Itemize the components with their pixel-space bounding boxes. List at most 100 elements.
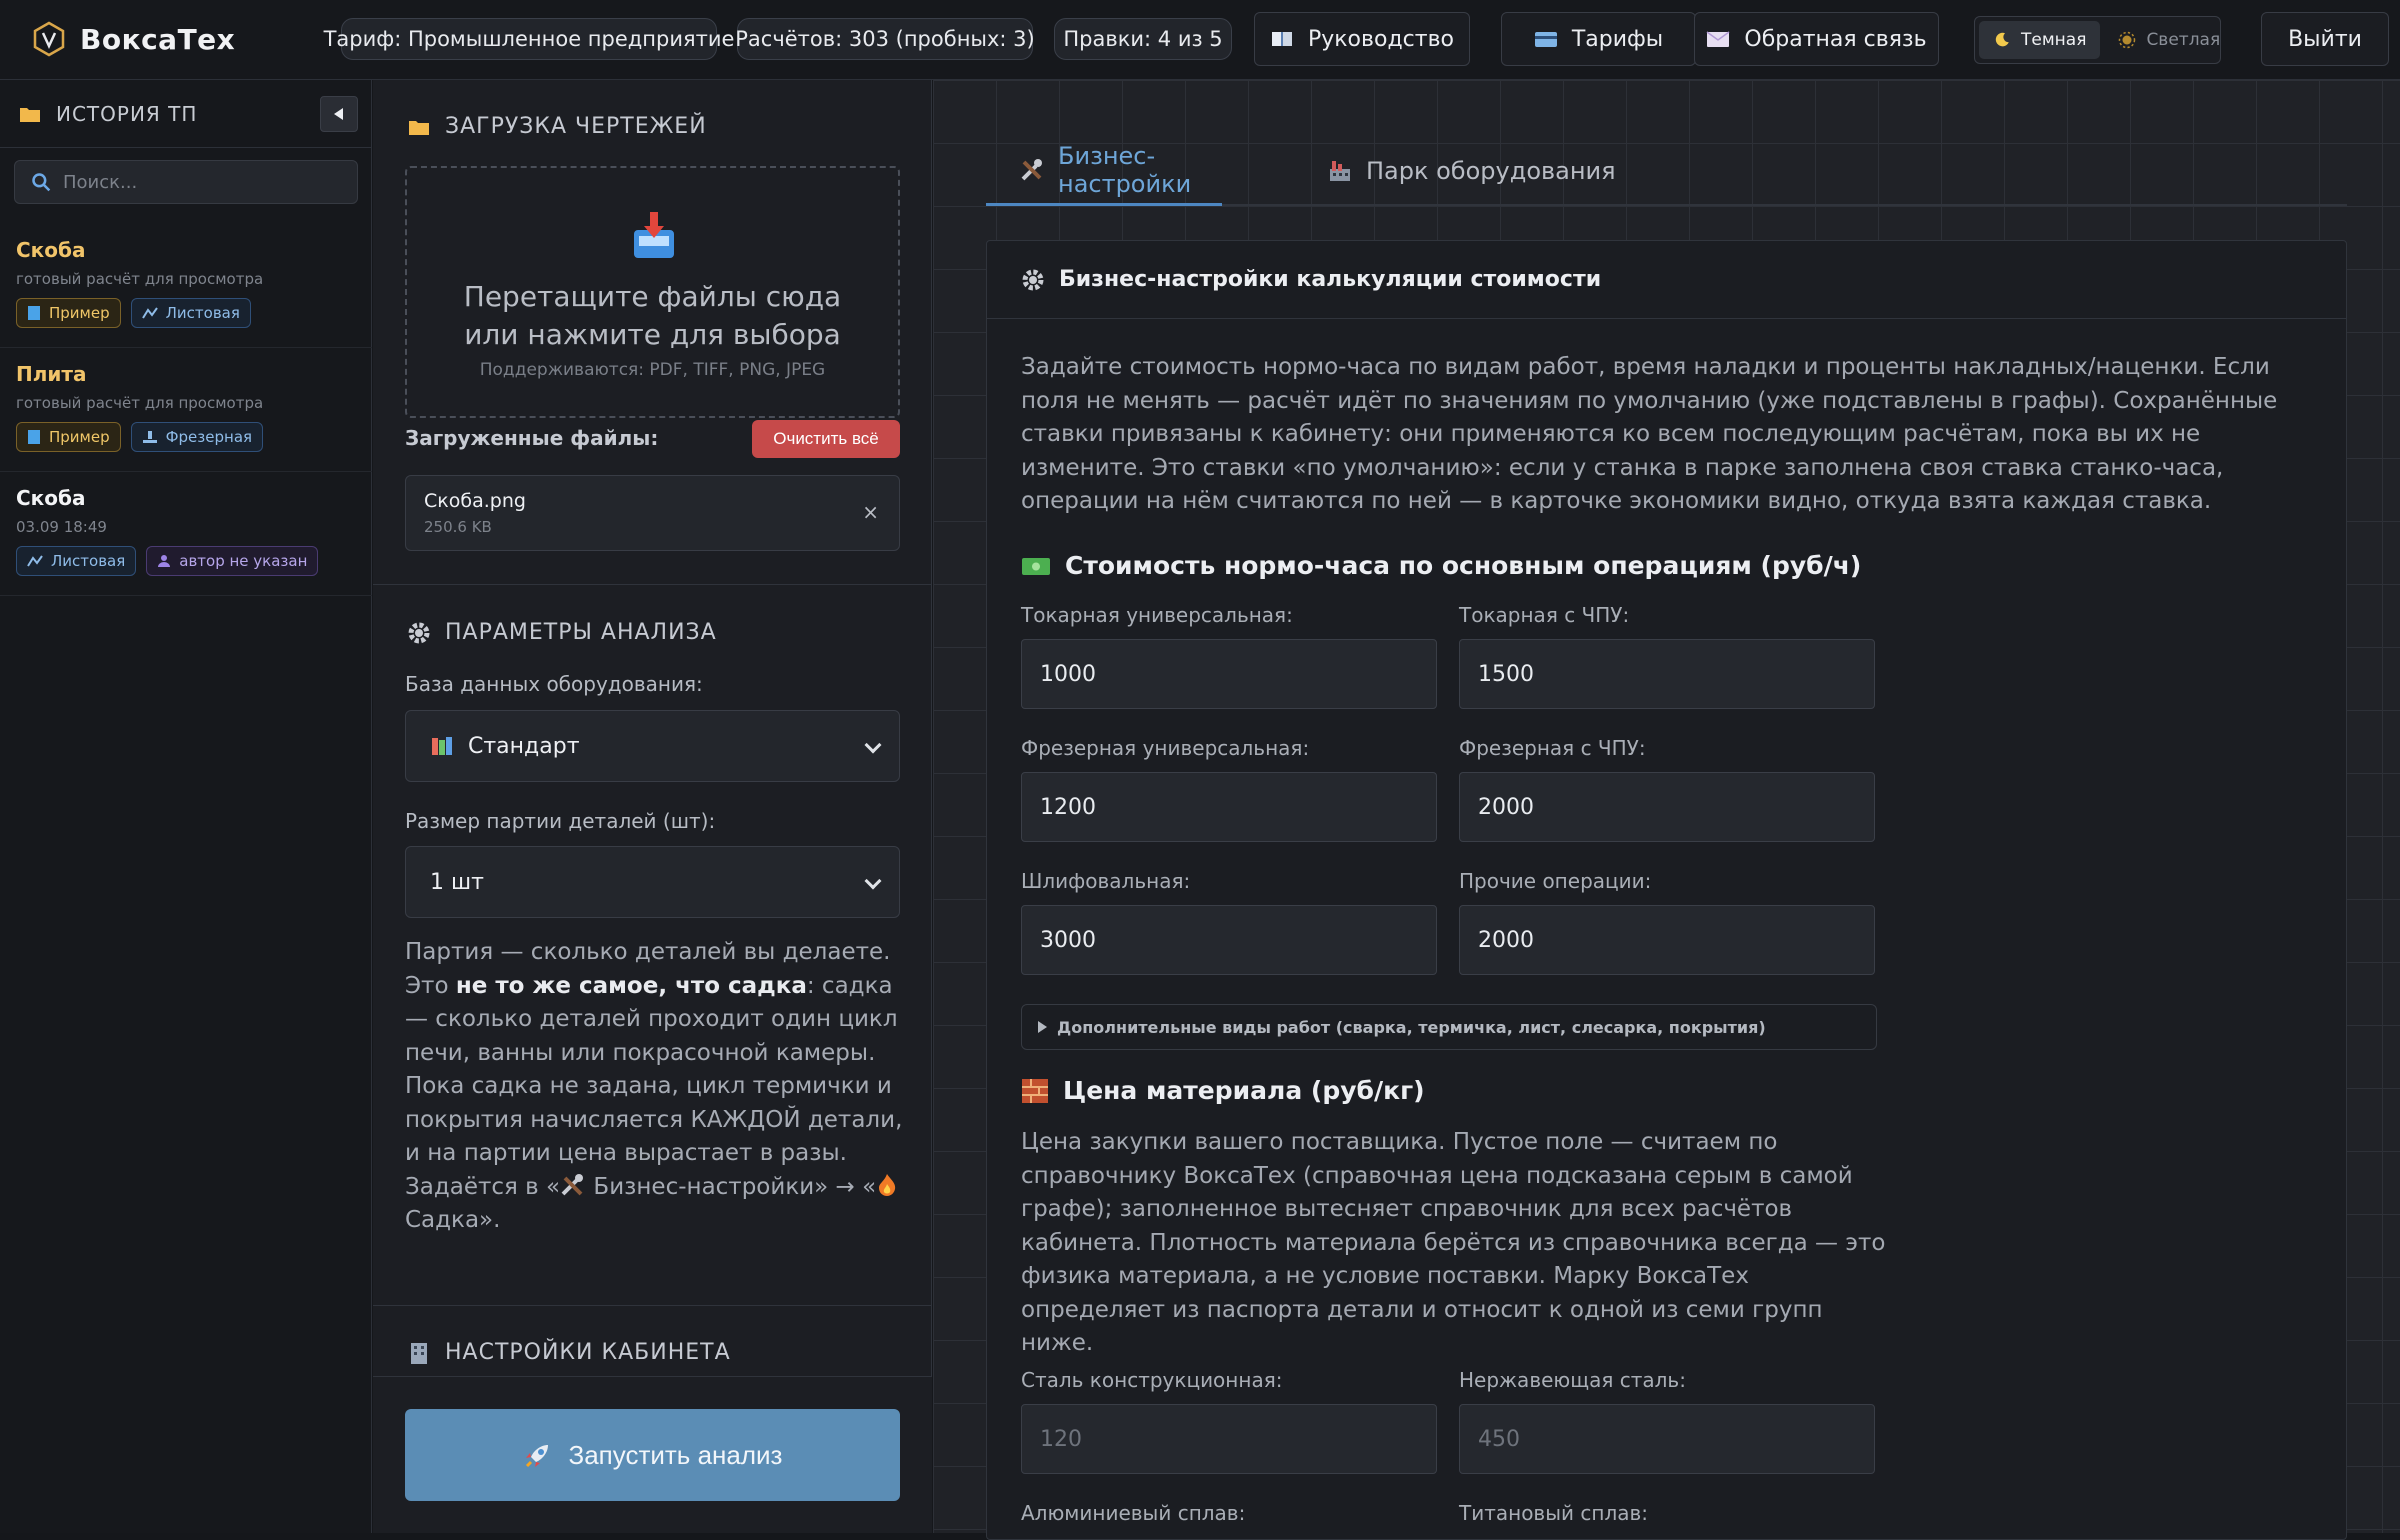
- rate-label: Прочие операции:: [1459, 869, 1652, 893]
- history-item[interactable]: Скоба 03.09 18:49 Листовая автор не указ…: [0, 472, 372, 596]
- edits-badge: Правки: 4 из 5: [1054, 18, 1232, 60]
- tag-label: Листовая: [165, 304, 240, 322]
- logout-button[interactable]: Выйти: [2261, 12, 2389, 66]
- material-title: Цена материала (руб/кг): [1063, 1076, 1425, 1105]
- file-dropzone[interactable]: Перетащите файлы сюда или нажмите для вы…: [405, 166, 900, 418]
- material-stainless-input[interactable]: [1459, 1404, 1875, 1474]
- theme-light-option[interactable]: Светлая: [2104, 21, 2234, 59]
- theme-dark-label: Темная: [2021, 30, 2087, 50]
- user-icon: [158, 555, 171, 567]
- analysis-title: ПАРАМЕТРЫ АНАЛИЗА: [445, 620, 717, 645]
- chevron-down-icon: [864, 872, 882, 890]
- tariff-badge: Тариф: Промышленное предприятие: [324, 18, 734, 60]
- bricks-icon: [1022, 1078, 1048, 1103]
- rate-label: Токарная универсальная:: [1021, 603, 1293, 627]
- moon-icon: [1995, 32, 2009, 47]
- history-search: [14, 160, 358, 204]
- settings-area: Бизнес-настройки Парк оборудования Бизне…: [933, 80, 2400, 1540]
- collapse-sidebar-button[interactable]: [320, 96, 358, 132]
- history-item[interactable]: Скоба готовый расчёт для просмотра Приме…: [0, 224, 372, 348]
- run-analysis-button[interactable]: Запустить анализ: [405, 1409, 900, 1501]
- author-tag: автор не указан: [146, 546, 319, 576]
- remove-file-icon[interactable]: ×: [862, 500, 879, 524]
- logo[interactable]: ВоксаТех: [32, 16, 235, 62]
- supported-formats: Поддерживаются: PDF, TIFF, PNG, JPEG: [479, 360, 826, 380]
- history-item-timestamp: 03.09 18:49: [16, 518, 107, 536]
- extra-label: Дополнительные виды работ (сварка, терми…: [1057, 1017, 1766, 1037]
- search-input[interactable]: [63, 171, 343, 193]
- panel-title: Бизнес-настройки калькуляции стоимости: [1059, 267, 1602, 292]
- theme-light-label: Светлая: [2146, 30, 2221, 50]
- tag-label: автор не указан: [179, 552, 308, 570]
- material-label: Нержавеющая сталь:: [1459, 1368, 1686, 1392]
- factory-icon: [1330, 161, 1350, 181]
- rate-milling-cnc-input[interactable]: [1459, 772, 1875, 842]
- sun-icon: [2119, 31, 2136, 49]
- note-text: Бизнес-настройки» → «: [586, 1173, 877, 1200]
- card-icon: [1534, 32, 1557, 47]
- tag-label: Пример: [49, 428, 110, 446]
- equipment-db-select[interactable]: Стандарт: [405, 710, 900, 782]
- business-settings-panel: Бизнес-настройки калькуляции стоимости З…: [986, 240, 2347, 1540]
- analysis-section-title: ПАРАМЕТРЫ АНАЛИЗА: [407, 620, 717, 645]
- note-text: : садка — сколько деталей проходит один …: [405, 972, 903, 1200]
- feedback-label: Обратная связь: [1744, 26, 1927, 52]
- db-label: База данных оборудования:: [405, 672, 703, 696]
- rate-grinding-input[interactable]: [1021, 905, 1437, 975]
- run-label: Запустить анализ: [568, 1439, 783, 1470]
- extra-work-types-toggle[interactable]: Дополнительные виды работ (сварка, терми…: [1021, 1004, 1877, 1050]
- tab-equipment-park[interactable]: Парк оборудования: [1328, 136, 1616, 206]
- batch-label: Размер партии деталей (шт):: [405, 809, 716, 833]
- rate-label: Шлифовальная:: [1021, 869, 1191, 893]
- top-bar: ВоксаТех Тариф: Промышленное предприятие…: [0, 0, 2400, 80]
- milling-tag: Фрезерная: [130, 422, 264, 452]
- tab-business-settings[interactable]: Бизнес-настройки: [986, 136, 1222, 206]
- logo-icon: [33, 21, 65, 57]
- upload-title: ЗАГРУЗКА ЧЕРТЕЖЕЙ: [445, 114, 707, 139]
- uploaded-file: Скоба.png 250.6 KB ×: [405, 475, 900, 551]
- calcs-badge: Расчётов: 303 (пробных: 3): [735, 18, 1035, 60]
- panel-header: Бизнес-настройки калькуляции стоимости: [987, 241, 2346, 319]
- rates-title: Стоимость нормо-часа по основным операци…: [1065, 551, 1862, 580]
- material-heading: Цена материала (руб/кг): [1021, 1076, 1425, 1105]
- tariffs-button[interactable]: Тарифы: [1501, 12, 1696, 66]
- theme-switch: Темная Светлая: [1974, 16, 2221, 64]
- example-tag: Пример: [16, 298, 121, 328]
- books-icon: [432, 737, 452, 755]
- history-item[interactable]: Плита готовый расчёт для просмотра Приме…: [0, 348, 372, 472]
- loaded-files-label: Загруженные файлы:: [405, 426, 659, 450]
- milling-icon: [142, 431, 157, 443]
- history-item-subtitle: готовый расчёт для просмотра: [16, 270, 264, 288]
- file-name: Скоба.png: [424, 490, 526, 512]
- note-emphasis: не то же самое, что садка: [455, 972, 807, 999]
- rocket-icon: [525, 1445, 548, 1468]
- clear-all-button[interactable]: Очистить всё: [752, 420, 900, 458]
- history-item-title: Плита: [16, 362, 87, 386]
- tools-icon: [561, 1173, 584, 1195]
- batch-size-select[interactable]: 1 шт: [405, 846, 900, 918]
- rate-milling-manual-input[interactable]: [1021, 772, 1437, 842]
- material-steel-input[interactable]: [1021, 1404, 1437, 1474]
- rate-turning-manual-input[interactable]: [1021, 639, 1437, 709]
- app-name: ВоксаТех: [80, 22, 236, 56]
- panel-description: Задайте стоимость нормо-часа по видам ра…: [1021, 354, 2278, 514]
- rate-label: Фрезерная универсальная:: [1021, 736, 1310, 760]
- folder-icon: [409, 120, 429, 135]
- rate-turning-cnc-input[interactable]: [1459, 639, 1875, 709]
- guide-button[interactable]: Руководство: [1254, 12, 1470, 66]
- rate-other-input[interactable]: [1459, 905, 1875, 975]
- note-text: Садка».: [405, 1207, 501, 1233]
- sheet-icon: [27, 555, 43, 567]
- input-panel: ЗАГРУЗКА ЧЕРТЕЖЕЙ Перетащите файлы сюда …: [373, 80, 932, 1533]
- feedback-button[interactable]: Обратная связь: [1694, 12, 1939, 66]
- history-item-subtitle: готовый расчёт для просмотра: [16, 394, 264, 412]
- tab-label: Бизнес-настройки: [1058, 141, 1192, 198]
- cabinet-title: НАСТРОЙКИ КАБИНЕТА: [445, 1340, 731, 1365]
- history-sidebar: ИСТОРИЯ ТП Скоба готовый расчёт для прос…: [0, 80, 372, 1533]
- office-building-icon: [411, 1342, 427, 1364]
- divider: [373, 584, 932, 585]
- cabinet-section-title[interactable]: НАСТРОЙКИ КАБИНЕТА: [407, 1340, 731, 1365]
- theme-dark-option[interactable]: Темная: [1979, 21, 2101, 59]
- rates-heading: Стоимость нормо-часа по основным операци…: [1021, 551, 1861, 580]
- batch-note: Партия — сколько деталей вы делаете. Это…: [405, 936, 905, 1238]
